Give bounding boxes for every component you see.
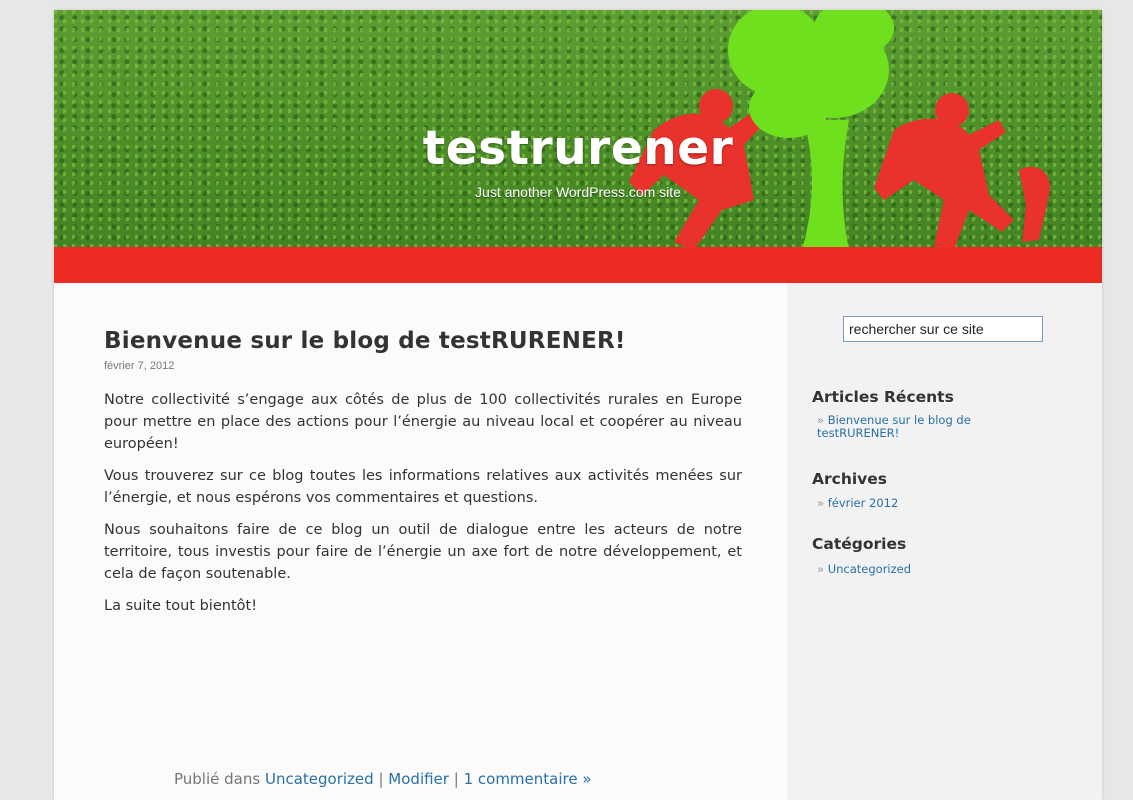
published-in-label: Publié dans (174, 770, 261, 788)
category-link[interactable]: Uncategorized (828, 562, 911, 576)
post-date: février 7, 2012 (104, 360, 175, 372)
post-meta: Publié dans Uncategorized | Modifier | 1… (174, 770, 592, 788)
header-red-band (54, 247, 1102, 283)
post-paragraph-3: Nous souhaitons faire de ce blog un outi… (104, 522, 742, 582)
archive-link[interactable]: février 2012 (828, 496, 899, 510)
archives-list: » février 2012 (817, 497, 898, 510)
list-item: » Bienvenue sur le blog de testRURENER! (817, 414, 1017, 440)
list-item: » Uncategorized (817, 563, 911, 576)
meta-separator: | (453, 770, 459, 788)
recent-post-link[interactable]: Bienvenue sur le blog de testRURENER! (817, 413, 971, 440)
list-item: » février 2012 (817, 497, 898, 510)
category-link[interactable]: Uncategorized (265, 770, 374, 788)
post-paragraph-2: Vous trouverez sur ce blog toutes les in… (104, 468, 742, 506)
meta-separator: | (378, 770, 384, 788)
bullet-icon: » (817, 562, 825, 576)
post-paragraph-1: Notre collectivité s’engage aux côtés de… (104, 392, 742, 452)
post-paragraph-4: La suite tout bientôt! (104, 598, 258, 614)
recent-posts-heading: Articles Récents (812, 388, 954, 406)
sidebar: rechercher sur ce site Articles Récents … (787, 283, 1102, 800)
bullet-icon: » (817, 496, 825, 510)
main-content: Bienvenue sur le blog de testRURENER! fé… (104, 328, 744, 617)
post-title[interactable]: Bienvenue sur le blog de testRURENER! (104, 328, 744, 354)
search-input[interactable]: rechercher sur ce site (843, 316, 1043, 342)
edit-link[interactable]: Modifier (388, 770, 449, 788)
blog-description: Just another WordPress.com site (475, 184, 681, 200)
recent-posts-list: » Bienvenue sur le blog de testRURENER! (817, 414, 1017, 440)
categories-heading: Catégories (812, 535, 907, 553)
bullet-icon: » (817, 413, 825, 427)
categories-list: » Uncategorized (817, 563, 911, 576)
header-banner: testrurener Just another WordPress.com s… (54, 10, 1102, 283)
blog-title[interactable]: testrurener (54, 121, 1102, 176)
page-container: testrurener Just another WordPress.com s… (54, 10, 1102, 800)
archives-heading: Archives (812, 470, 888, 488)
comments-link[interactable]: 1 commentaire » (464, 770, 592, 788)
